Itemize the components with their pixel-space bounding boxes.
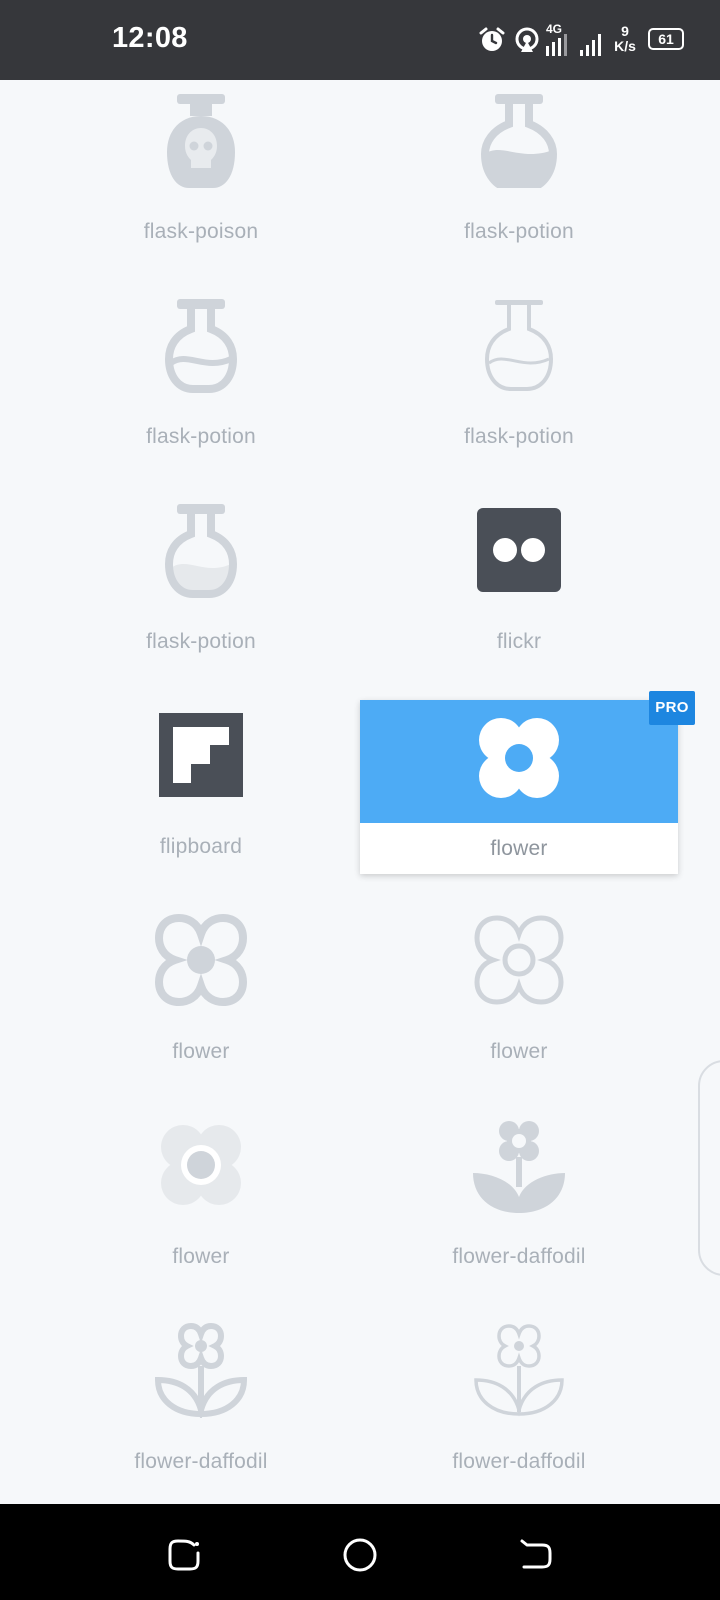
net-speed-unit: K/s <box>614 38 636 54</box>
flower-duotone-icon <box>161 1125 241 1205</box>
home-icon[interactable] <box>340 1535 380 1575</box>
icon-label: flower <box>172 1245 230 1268</box>
flower-icon <box>479 718 559 798</box>
signal-icon-2 <box>580 34 601 56</box>
status-bar: 12:08 4G 9 K/s 61 <box>0 0 720 80</box>
flask-potion-icon <box>480 94 558 188</box>
icon-card[interactable]: flower-daffodil <box>42 1310 360 1485</box>
flickr-icon <box>477 508 561 592</box>
icon-label: flower <box>172 1040 230 1063</box>
net-speed-value: 9 <box>621 23 629 39</box>
icon-card[interactable]: flask-potion <box>42 285 360 460</box>
flower-daffodil-outline-icon <box>154 1322 248 1418</box>
icon-card[interactable]: flask-potion <box>42 490 360 665</box>
icon-card-selected[interactable]: flower PRO <box>360 691 695 874</box>
icon-card[interactable]: flipboard <box>42 695 360 870</box>
battery-indicator: 61 <box>648 28 684 50</box>
navigation-bar <box>0 1504 720 1600</box>
icon-card[interactable]: flask-poison <box>42 80 360 255</box>
flask-poison-icon <box>167 94 235 188</box>
icon-label: flask-potion <box>146 630 256 653</box>
icon-label: flower-daffodil <box>452 1450 586 1473</box>
side-drawer-handle[interactable] <box>698 1060 720 1276</box>
status-time: 12:08 <box>112 22 188 54</box>
flipboard-icon <box>159 713 243 797</box>
back-icon[interactable] <box>516 1535 556 1575</box>
icon-label: flower <box>490 837 548 860</box>
icon-label: flickr <box>496 630 542 653</box>
icon-label: flower-daffodil <box>452 1245 586 1268</box>
icon-card[interactable]: flask-potion <box>360 285 678 460</box>
flower-thin-icon <box>474 915 564 1005</box>
flask-potion-outline-icon <box>164 299 238 393</box>
icon-label: flipboard <box>159 835 243 858</box>
icon-card[interactable]: flower-daffodil <box>360 1105 678 1280</box>
icon-card[interactable]: flower-daffodil <box>360 1310 678 1485</box>
icon-label: flower-daffodil <box>134 1450 268 1473</box>
flower-outline-icon <box>154 913 248 1007</box>
flask-potion-thin-icon <box>484 300 554 391</box>
icon-label: flask-poison <box>143 220 259 243</box>
net-speed: 9 K/s <box>612 24 638 54</box>
alarm-icon <box>479 27 505 51</box>
flower-daffodil-icon <box>473 1121 565 1213</box>
icon-label: flask-potion <box>146 425 256 448</box>
icon-label: flask-potion <box>464 220 574 243</box>
icon-card[interactable]: flickr <box>360 490 678 665</box>
icon-label: flask-potion <box>464 425 574 448</box>
status-icons: 4G 9 K/s 61 <box>478 20 698 60</box>
flower-daffodil-thin-icon <box>474 1324 564 1417</box>
hotspot-icon <box>515 27 539 52</box>
icon-grid: flask-poison flask-potion flask-potion f… <box>0 80 720 1504</box>
icon-card[interactable]: flask-potion <box>360 80 678 255</box>
icon-card[interactable]: flower <box>360 900 678 1075</box>
recent-apps-icon[interactable] <box>164 1535 204 1575</box>
pro-badge: PRO <box>649 691 695 725</box>
signal-icon-1 <box>546 34 567 56</box>
flask-potion-duotone-icon <box>164 504 238 598</box>
icon-label: flower <box>490 1040 548 1063</box>
icon-card[interactable]: flower <box>42 1105 360 1280</box>
icon-card[interactable]: flower <box>42 900 360 1075</box>
